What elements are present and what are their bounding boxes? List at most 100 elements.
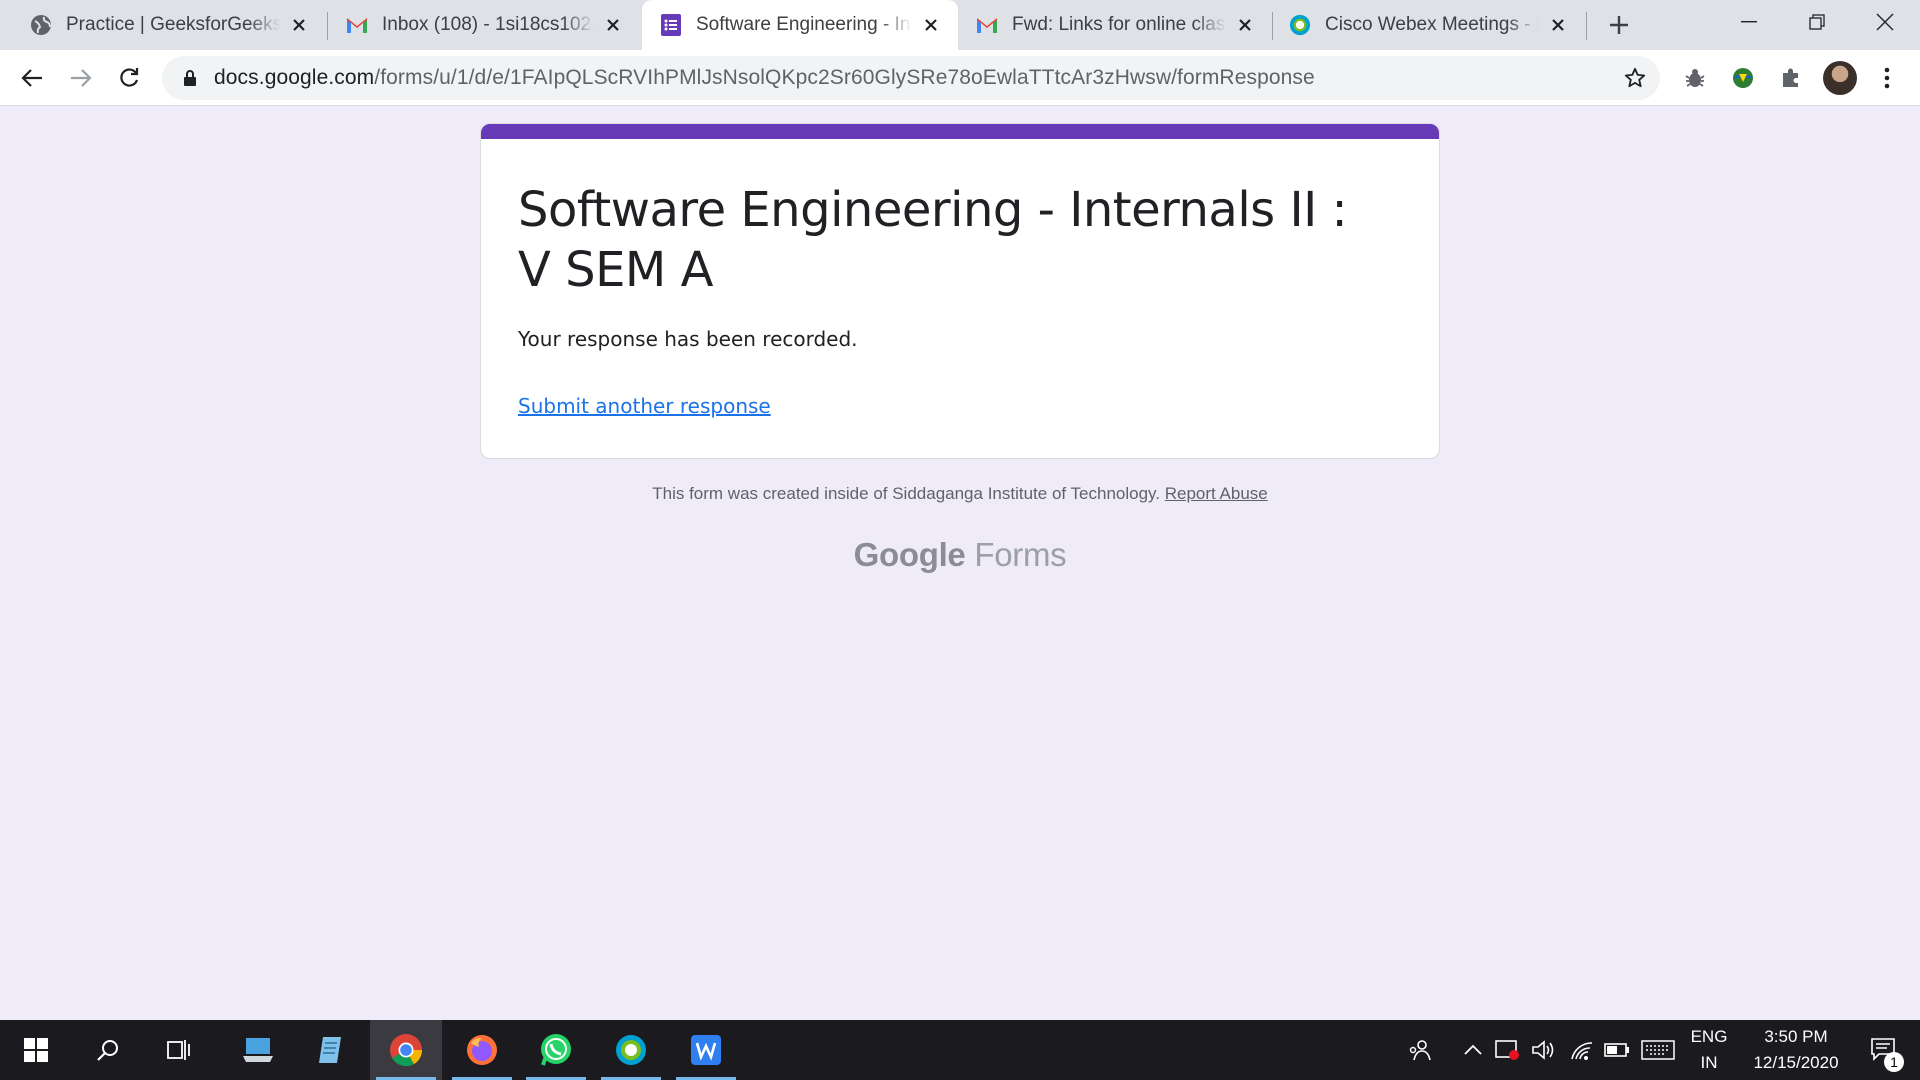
tab-geeksforgeeks[interactable]: Practice | GeeksforGeeks | A <box>0 0 326 50</box>
region-code: IN <box>1700 1053 1718 1072</box>
profile-avatar[interactable] <box>1823 61 1857 95</box>
wifi-icon <box>1571 1042 1593 1060</box>
bookmark-star-icon[interactable] <box>1622 65 1648 91</box>
report-abuse-link[interactable]: Report Abuse <box>1165 484 1268 503</box>
forward-button[interactable] <box>63 60 99 96</box>
plus-icon <box>1610 16 1628 34</box>
windows-logo-icon <box>24 1038 48 1062</box>
close-icon <box>1876 13 1894 31</box>
taskbar-this-pc[interactable] <box>222 1020 294 1080</box>
windows-taskbar: ENG IN 3:50 PM 12/15/2020 1 <box>0 1020 1920 1080</box>
browser-tab-strip: Practice | GeeksforGeeks | A Inbox (108)… <box>0 0 1920 50</box>
people-icon <box>1409 1040 1431 1061</box>
gmail-icon <box>976 14 998 36</box>
google-forms-icon <box>660 14 682 36</box>
new-tab-button[interactable] <box>1604 10 1634 40</box>
tab-title: Cisco Webex Meetings - Pe <box>1325 14 1539 35</box>
close-tab-icon[interactable] <box>1547 14 1569 36</box>
speaker-icon <box>1532 1040 1554 1060</box>
taskbar-chrome[interactable] <box>370 1020 442 1080</box>
people-button[interactable] <box>1400 1020 1440 1080</box>
url-text[interactable]: docs.google.com/forms/u/1/d/e/1FAIpQLScR… <box>214 66 1315 90</box>
show-hidden-icons-button[interactable] <box>1458 1020 1488 1080</box>
close-tab-icon[interactable] <box>920 14 942 36</box>
chevron-up-icon <box>1464 1044 1482 1055</box>
search-button[interactable] <box>72 1020 144 1080</box>
taskbar-firefox[interactable] <box>446 1020 518 1080</box>
tab-fwd-links[interactable]: Fwd: Links for online classe <box>960 0 1272 50</box>
input-language-indicator[interactable]: ENG IN <box>1682 1020 1736 1080</box>
webex-icon <box>616 1035 646 1065</box>
taskbar-wps-writer[interactable] <box>670 1020 742 1080</box>
whatsapp-icon <box>541 1034 571 1066</box>
network-button[interactable] <box>1566 1020 1598 1080</box>
security-alert-icon <box>1495 1040 1519 1060</box>
tab-title: Software Engineering - Inte <box>696 14 912 35</box>
clock-date: 12/15/2020 <box>1753 1053 1839 1072</box>
tab-software-engineering-form[interactable]: Software Engineering - Inte <box>642 0 958 50</box>
submit-another-response-link[interactable]: Submit another response <box>518 394 771 418</box>
minimize-window-button[interactable] <box>1715 0 1783 44</box>
arrow-left-icon <box>21 69 42 87</box>
start-button[interactable] <box>0 1020 72 1080</box>
google-forms-logo[interactable]: Google Forms <box>0 536 1920 574</box>
battery-icon <box>1604 1043 1629 1057</box>
address-bar[interactable]: docs.google.com/forms/u/1/d/e/1FAIpQLScR… <box>162 56 1660 100</box>
keyboard-icon <box>1641 1040 1675 1060</box>
close-tab-icon[interactable] <box>602 14 624 36</box>
close-tab-icon[interactable] <box>288 14 310 36</box>
bug-extension-icon[interactable] <box>1680 63 1710 93</box>
google-wordmark: Google <box>853 536 966 573</box>
tab-inbox[interactable]: Inbox (108) - 1si18cs102@s <box>328 0 640 50</box>
gmail-icon <box>346 14 368 36</box>
taskbar-notepad[interactable] <box>294 1020 366 1080</box>
computer-icon <box>243 1038 273 1062</box>
form-accent-bar <box>481 124 1439 139</box>
form-footer-notice: This form was created inside of Siddagan… <box>0 484 1920 504</box>
lock-icon[interactable] <box>180 68 200 88</box>
minimize-icon <box>1741 21 1757 23</box>
chrome-icon <box>390 1034 423 1067</box>
tab-separator <box>1586 12 1587 40</box>
clock-time: 3:50 PM <box>1764 1027 1828 1046</box>
taskbar-webex[interactable] <box>595 1020 667 1080</box>
notepad-icon <box>319 1037 341 1063</box>
volume-button[interactable] <box>1528 1020 1560 1080</box>
restore-window-button[interactable] <box>1783 0 1851 44</box>
close-window-button[interactable] <box>1851 0 1919 44</box>
chrome-menu-button[interactable] <box>1872 63 1902 93</box>
download-manager-extension-icon[interactable] <box>1728 63 1758 93</box>
form-confirmation-card: Software Engineering - Internals II : V … <box>480 123 1440 459</box>
notification-count-badge: 1 <box>1884 1052 1904 1072</box>
browser-toolbar: docs.google.com/forms/u/1/d/e/1FAIpQLScR… <box>0 50 1920 106</box>
tab-title: Fwd: Links for online classe <box>1012 14 1226 35</box>
reload-icon <box>120 68 139 87</box>
battery-button[interactable] <box>1600 1020 1634 1080</box>
wps-writer-icon <box>691 1035 721 1065</box>
action-center-button[interactable]: 1 <box>1856 1020 1912 1080</box>
extensions-puzzle-icon[interactable] <box>1776 63 1806 93</box>
firefox-icon <box>467 1035 497 1065</box>
more-vert-icon <box>1884 67 1890 89</box>
task-view-button[interactable] <box>144 1020 216 1080</box>
clock[interactable]: 3:50 PM 12/15/2020 <box>1740 1020 1852 1080</box>
url-host: docs.google.com <box>214 66 375 89</box>
arrow-right-icon <box>71 69 92 87</box>
tab-title: Inbox (108) - 1si18cs102@s <box>382 14 594 35</box>
confirmation-message: Your response has been recorded. <box>518 327 858 351</box>
form-title: Software Engineering - Internals II : V … <box>518 182 1348 298</box>
restore-icon <box>1809 14 1825 30</box>
webex-icon <box>1289 14 1311 36</box>
url-path: /forms/u/1/d/e/1FAIpQLScRVIhPMlJsNsolQKp… <box>374 66 1315 89</box>
taskbar-whatsapp[interactable] <box>520 1020 592 1080</box>
close-tab-icon[interactable] <box>1234 14 1256 36</box>
forms-wordmark: Forms <box>974 536 1067 573</box>
reload-button[interactable] <box>111 60 147 96</box>
tray-security-icon[interactable] <box>1492 1020 1524 1080</box>
back-button[interactable] <box>14 60 50 96</box>
touch-keyboard-button[interactable] <box>1638 1020 1678 1080</box>
globe-icon <box>30 14 52 36</box>
task-view-icon <box>167 1040 190 1060</box>
search-icon <box>97 1040 118 1061</box>
tab-cisco-webex[interactable]: Cisco Webex Meetings - Pe <box>1273 0 1585 50</box>
